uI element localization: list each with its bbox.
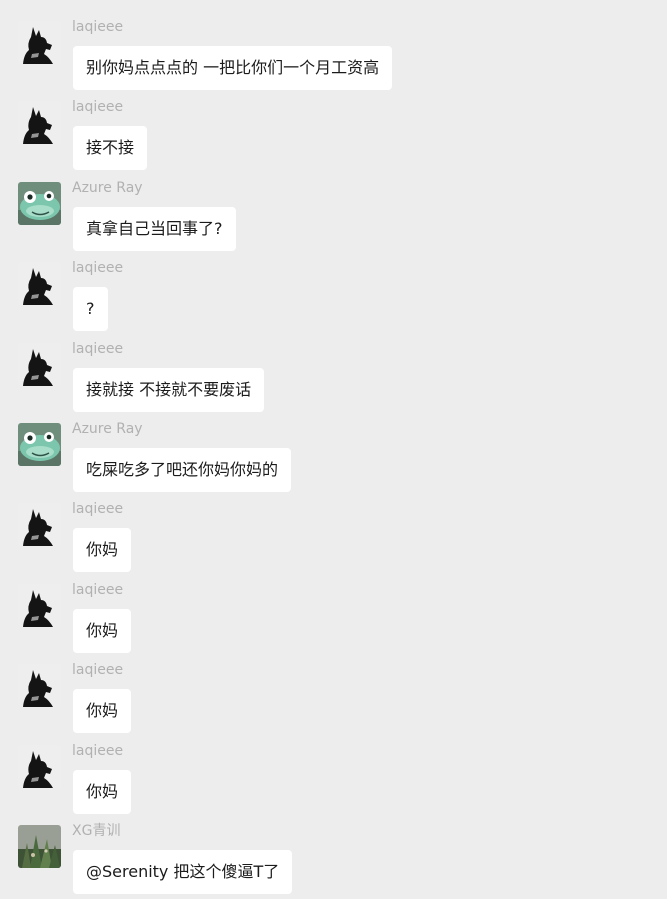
chat-message: laqieee 别你妈点点点的 一把比你们一个月工资高: [0, 15, 667, 95]
chat-message: laqieee 你妈: [0, 578, 667, 658]
black-dog-avatar[interactable]: [18, 101, 61, 145]
message-bubble[interactable]: 真拿自己当回事了?: [73, 206, 236, 251]
chat-message: laqieee 接不接: [0, 95, 667, 175]
chat-message: laqieee 接就接 不接就不要废话: [0, 337, 667, 417]
chat-message: laqieee ?: [0, 256, 667, 336]
chat-message: laqieee 你妈: [0, 497, 667, 577]
chat-message: Azure Ray 真拿自己当回事了?: [0, 176, 667, 256]
message-bubble[interactable]: 接不接: [73, 126, 148, 171]
black-dog-avatar[interactable]: [18, 583, 61, 627]
message-bubble[interactable]: 接就接 不接就不要废话: [73, 367, 265, 412]
green-frog-avatar[interactable]: [18, 181, 61, 225]
green-frog-avatar[interactable]: [18, 422, 61, 466]
sender-name: Azure Ray: [72, 420, 143, 437]
sender-name: laqieee: [72, 340, 124, 357]
message-bubble[interactable]: 你妈: [73, 528, 132, 573]
chat-message: laqieee 你妈: [0, 739, 667, 819]
message-bubble[interactable]: 你妈: [73, 769, 132, 814]
black-dog-avatar[interactable]: [18, 21, 61, 64]
message-bubble[interactable]: @Serenity 把这个傻逼T了: [73, 849, 293, 894]
black-dog-avatar[interactable]: [18, 744, 61, 788]
message-bubble[interactable]: 别你妈点点点的 一把比你们一个月工资高: [73, 46, 393, 90]
black-dog-avatar[interactable]: [18, 503, 61, 547]
message-bubble[interactable]: 吃屎吃多了吧还你妈你妈的: [73, 447, 292, 492]
black-dog-avatar[interactable]: [18, 262, 61, 306]
sender-name: laqieee: [72, 662, 124, 679]
sender-name: XG青训: [72, 822, 121, 839]
message-bubble[interactable]: 你妈: [73, 608, 132, 653]
message-bubble[interactable]: 你妈: [73, 689, 132, 734]
sender-name: laqieee: [72, 581, 124, 598]
sender-name: Azure Ray: [72, 179, 143, 196]
sender-name: laqieee: [72, 99, 124, 116]
sender-name: laqieee: [72, 742, 124, 759]
black-dog-avatar[interactable]: [18, 342, 61, 386]
chat-message-list: laqieee 别你妈点点点的 一把比你们一个月工资高 laqieee 接不接: [0, 0, 667, 898]
message-bubble[interactable]: ?: [73, 287, 108, 332]
plant-photo-avatar[interactable]: [18, 824, 61, 868]
chat-message: XG青训 @Serenity 把这个傻逼T了: [0, 819, 667, 899]
sender-name: laqieee: [72, 19, 124, 35]
chat-message: laqieee 你妈: [0, 658, 667, 738]
sender-name: laqieee: [72, 501, 124, 518]
sender-name: laqieee: [72, 260, 124, 277]
black-dog-avatar[interactable]: [18, 664, 61, 708]
chat-message: Azure Ray 吃屎吃多了吧还你妈你妈的: [0, 417, 667, 497]
